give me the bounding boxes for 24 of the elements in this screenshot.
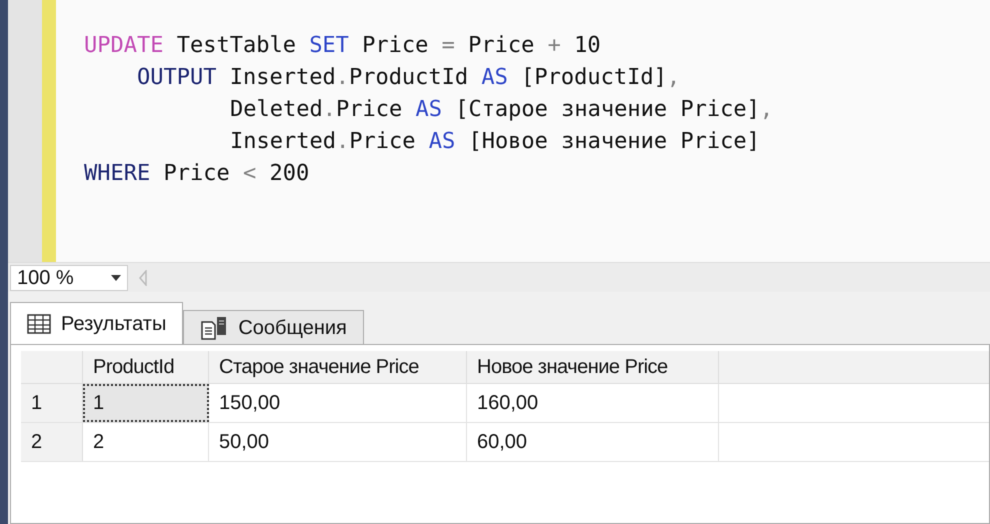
table-cell[interactable]: 2 <box>83 423 209 461</box>
table-cell[interactable]: 60,00 <box>467 423 719 461</box>
zoom-dropdown[interactable]: 100 % <box>10 264 128 290</box>
code-line: OUTPUT Inserted.ProductId AS [ProductId], <box>137 64 680 92</box>
scroll-left-icon[interactable] <box>138 270 148 286</box>
code-line: Inserted.Price AS [Новое значение Price] <box>230 128 760 156</box>
table-cell[interactable]: 50,00 <box>209 423 467 461</box>
code-editor[interactable]: UPDATE TestTable SET Price = Price + 10 OUTPUT Inserted.ProductId AS [ProductId], Deleted.Price AS [Старое значение Price], Inserted.Price AS [Новое значение Price] WHERE Price < 200 <box>8 0 990 262</box>
document-server-icon <box>200 316 228 340</box>
code-line: Deleted.Price AS [Старое значение Price], <box>230 96 774 124</box>
column-header[interactable]: ProductId <box>83 351 209 383</box>
results-tab[interactable]: Результаты <box>10 302 184 344</box>
column-header[interactable]: Старое значение Price <box>209 351 467 383</box>
table-cell[interactable]: 150,00 <box>209 384 467 422</box>
grid-icon <box>27 314 51 334</box>
table-cell[interactable]: 160,00 <box>467 384 719 422</box>
table-cell[interactable]: 1 <box>83 384 209 422</box>
results-tab[interactable]: Сообщения <box>183 310 364 344</box>
row-header[interactable]: 2 <box>21 423 83 461</box>
code-line: WHERE Price < 200 <box>84 160 310 188</box>
row-header[interactable]: 1 <box>21 384 83 422</box>
caret-icon <box>111 274 121 280</box>
column-header[interactable]: Новое значение Price <box>467 351 719 383</box>
code-line: UPDATE TestTable SET Price = Price + 10 <box>84 32 601 60</box>
